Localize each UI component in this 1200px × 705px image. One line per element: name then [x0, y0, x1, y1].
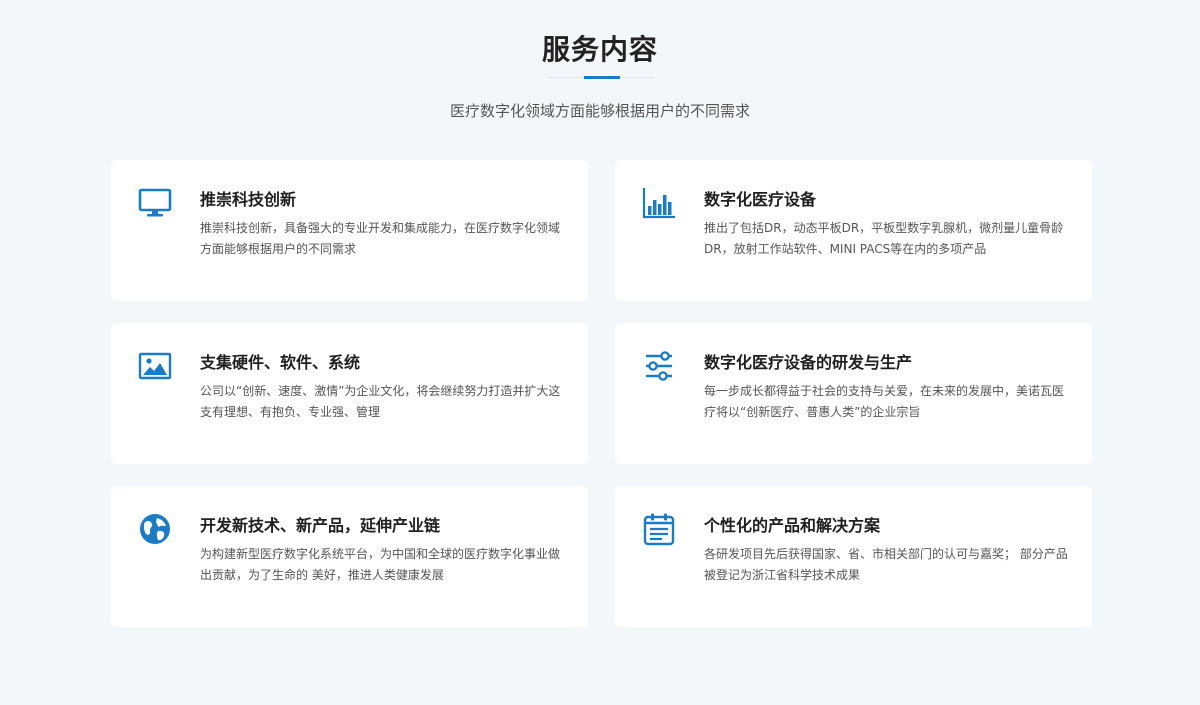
card-title: 推崇科技创新	[200, 190, 297, 209]
image-icon	[138, 349, 172, 383]
service-card-rd-production[interactable]: 数字化医疗设备的研发与生产 每一步成长都得益于社会的支持与关爱，在未来的发展中，…	[615, 323, 1092, 464]
monitor-icon	[138, 186, 172, 220]
card-title: 开发新技术、新产品，延伸产业链	[200, 516, 441, 535]
section-subtitle: 医疗数字化领域方面能够根据用户的不同需求	[449, 102, 750, 120]
service-card-new-tech[interactable]: 开发新技术、新产品，延伸产业链 为构建新型医疗数字化系统平台，为中国和全球的医疗…	[111, 486, 588, 627]
services-page: 服务内容 医疗数字化领域方面能够根据用户的不同需求 推崇科技创新 推崇科技创新，…	[0, 0, 1200, 705]
card-description: 公司以“创新、速度、激情”为企业文化，将会继续努力打造并扩大这支有理想、有抱负、…	[200, 384, 561, 419]
service-card-hardware-software[interactable]: 支集硬件、软件、系统 公司以“创新、速度、激情”为企业文化，将会继续努力打造并扩…	[111, 323, 588, 464]
card-title: 个性化的产品和解决方案	[704, 516, 881, 535]
service-card-digital-devices[interactable]: 数字化医疗设备 推出了包括DR，动态平板DR，平板型数字乳腺机，微剂量儿童骨龄D…	[615, 160, 1092, 301]
service-card-innovation[interactable]: 推崇科技创新 推崇科技创新，具备强大的专业开发和集成能力，在医疗数字化领域方面能…	[111, 160, 588, 301]
calendar-icon	[642, 512, 676, 546]
service-card-custom-solutions[interactable]: 个性化的产品和解决方案 各研发项目先后获得国家、省、市相关部门的认可与嘉奖； 部…	[615, 486, 1092, 627]
card-description: 推出了包括DR，动态平板DR，平板型数字乳腺机，微剂量儿童骨龄DR，放射工作站软…	[704, 221, 1064, 256]
card-title: 支集硬件、软件、系统	[200, 353, 361, 372]
bar-chart-icon	[642, 186, 676, 220]
card-title: 数字化医疗设备	[704, 190, 817, 209]
card-description: 为构建新型医疗数字化系统平台，为中国和全球的医疗数字化事业做出贡献，为了生命的 …	[200, 547, 561, 582]
title-divider-accent	[584, 76, 620, 79]
card-description: 每一步成长都得益于社会的支持与关爱，在未来的发展中，美诺瓦医疗将以“创新医疗、普…	[704, 384, 1065, 419]
section-title: 服务内容	[541, 33, 658, 66]
globe-icon	[138, 512, 172, 546]
sliders-icon	[642, 349, 676, 383]
card-title: 数字化医疗设备的研发与生产	[704, 353, 913, 372]
card-description: 各研发项目先后获得国家、省、市相关部门的认可与嘉奖； 部分产品被登记为浙江省科学…	[704, 547, 1068, 582]
card-description: 推崇科技创新，具备强大的专业开发和集成能力，在医疗数字化领域方面能够根据用户的不…	[200, 221, 561, 256]
